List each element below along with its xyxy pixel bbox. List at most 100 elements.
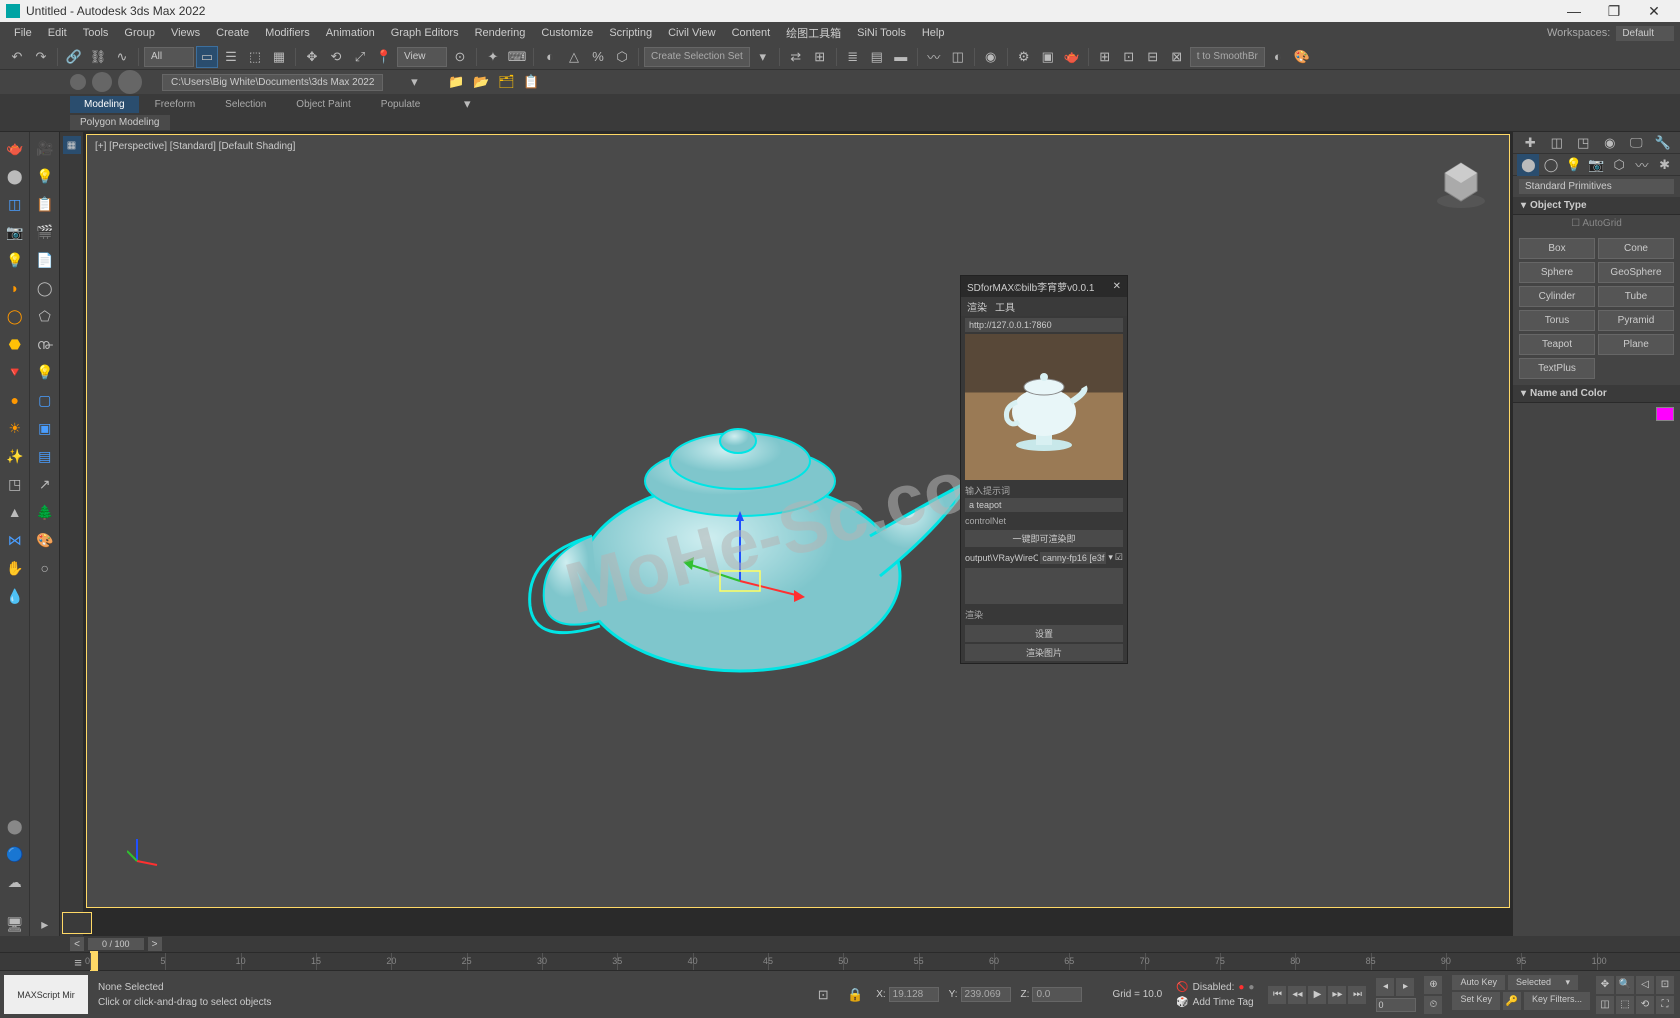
viewport-tab-active[interactable]: ▦ (63, 136, 81, 154)
sun-icon[interactable]: ☀ (3, 416, 27, 440)
nav-fov-icon[interactable]: ◁ (1636, 976, 1654, 994)
menu-graph-editors[interactable]: Graph Editors (383, 24, 467, 42)
sq-c-icon[interactable]: ▤ (33, 444, 57, 468)
tool-icon-b[interactable]: ⊡ (1118, 46, 1140, 68)
time-config-button[interactable]: ⊕ (1424, 976, 1442, 994)
pyramid-button[interactable]: Pyramid (1598, 310, 1674, 331)
nav-pan-icon[interactable]: ✥ (1596, 976, 1614, 994)
gray-dot-icon[interactable]: ● (1248, 982, 1254, 993)
color-cube-icon[interactable]: 🎨 (33, 528, 57, 552)
modify-panel-icon[interactable]: ◫ (1546, 132, 1568, 154)
sd-url-field[interactable]: http://127.0.0.1:7860 (965, 318, 1123, 332)
path-dropdown[interactable]: ▾ (403, 71, 425, 93)
red-dot-icon[interactable]: ● (1238, 982, 1244, 993)
spinner-snap-button[interactable]: ⬡ (611, 46, 633, 68)
keyfilters-button[interactable]: Key Filters... (1524, 992, 1590, 1010)
selection-filter-dropdown[interactable]: All (144, 47, 194, 67)
tree-icon[interactable]: 🌲 (33, 500, 57, 524)
add-time-tag[interactable]: Add Time Tag (1193, 997, 1254, 1008)
next-key-button[interactable]: ▸ (1396, 978, 1414, 996)
menu-customize[interactable]: Customize (533, 24, 601, 42)
list-icon[interactable]: 📋 (33, 192, 57, 216)
sparkle-icon[interactable]: ✨ (3, 444, 27, 468)
time-settings-button[interactable]: ⏲ (1424, 996, 1442, 1014)
ribbon-tab-freeform[interactable]: Freeform (141, 96, 210, 113)
mirror-button[interactable]: ⇄ (785, 46, 807, 68)
tool-icon-d[interactable]: ⊠ (1166, 46, 1188, 68)
menu-modifiers[interactable]: Modifiers (257, 24, 318, 42)
cylinder-icon[interactable]: ● (3, 388, 27, 412)
autokey-button[interactable]: Auto Key (1452, 975, 1505, 990)
menu-file[interactable]: File (6, 24, 40, 42)
goto-end-button[interactable]: ⏭ (1348, 986, 1366, 1004)
screen-icon[interactable]: 🖥 (3, 912, 27, 936)
redo-button[interactable]: ↷ (30, 46, 52, 68)
circle-outline-icon[interactable]: ○ (33, 556, 57, 580)
plane-button[interactable]: Plane (1598, 334, 1674, 355)
perspective-viewport[interactable]: [+] [Perspective] [Standard] [Default Sh… (86, 134, 1510, 908)
workspace-dropdown[interactable]: Default (1616, 26, 1674, 41)
select-rect-button[interactable]: ⬚ (244, 46, 266, 68)
ribbon-tab-selection[interactable]: Selection (211, 96, 280, 113)
selection-set-dropdown[interactable]: ▾ (752, 46, 774, 68)
create-panel-icon[interactable]: ✚ (1519, 132, 1541, 154)
bind-button[interactable]: ∿ (111, 46, 133, 68)
gray-sphere-icon[interactable]: ⬤ (3, 814, 27, 838)
knot-icon[interactable]: ൹ (33, 332, 57, 356)
isolate-icon[interactable]: ⊡ (812, 984, 834, 1006)
time-slider-handle[interactable]: 0 / 100 (88, 938, 144, 950)
maximize-button[interactable]: ❐ (1594, 0, 1634, 22)
snap-button[interactable]: ◐ (539, 46, 561, 68)
move-button[interactable]: ✥ (301, 46, 323, 68)
viewport-label[interactable]: [+] [Perspective] [Standard] [Default Sh… (95, 141, 295, 152)
tool-icon-c[interactable]: ⊟ (1142, 46, 1164, 68)
x-coord-input[interactable] (889, 987, 939, 1002)
sphere-button[interactable]: Sphere (1519, 262, 1595, 283)
menu-rendering[interactable]: Rendering (467, 24, 534, 42)
object-type-rollout[interactable]: ▾Object Type (1513, 197, 1680, 215)
next-frame-button[interactable]: ▸▸ (1328, 986, 1346, 1004)
systems-category-icon[interactable]: ✱ (1654, 154, 1676, 176)
material-editor-button[interactable]: ◉ (980, 46, 1002, 68)
y-coord-input[interactable] (961, 987, 1011, 1002)
sd-prompt-input[interactable]: a teapot (965, 498, 1123, 512)
sphere-icon-small[interactable] (70, 74, 86, 90)
layers-button[interactable]: ≣ (842, 46, 864, 68)
helpers-category-icon[interactable]: ⬡ (1608, 154, 1630, 176)
torus-icon[interactable]: ◯ (3, 304, 27, 328)
unlink-button[interactable]: ⛓ (87, 46, 109, 68)
percent-snap-button[interactable]: % (587, 46, 609, 68)
menu-content[interactable]: Content (724, 24, 779, 42)
scale-button[interactable]: ⤢ (349, 46, 371, 68)
ring-icon[interactable]: ◯ (33, 276, 57, 300)
render-button[interactable]: 🫖 (1061, 46, 1083, 68)
manipulate-button[interactable]: ✦ (482, 46, 504, 68)
camera-icon[interactable]: 📷 (3, 220, 27, 244)
sd-dropdown-arrow-icon[interactable]: ▾ (1108, 552, 1113, 563)
tube-button[interactable]: Tube (1598, 286, 1674, 307)
teapot-object[interactable] (510, 386, 990, 686)
trackbar-toggle-icon[interactable]: ≡ (70, 954, 86, 970)
primitives-dropdown[interactable]: Standard Primitives (1519, 179, 1674, 194)
folder-icon-a[interactable]: 📁 (445, 71, 467, 93)
motion-panel-icon[interactable]: ◉ (1599, 132, 1621, 154)
star-icon[interactable]: 🔻 (3, 360, 27, 384)
teapot-button[interactable]: Teapot (1519, 334, 1595, 355)
torus-button[interactable]: Torus (1519, 310, 1595, 331)
render-frame-button[interactable]: ▣ (1037, 46, 1059, 68)
window-crossing-button[interactable]: ▦ (268, 46, 290, 68)
menu-drawing-tools[interactable]: 绘图工具箱 (778, 22, 849, 44)
folder-icon-c[interactable]: 🗂 (495, 71, 517, 93)
expand-icon[interactable]: ▸ (33, 912, 57, 936)
box-button[interactable]: Box (1519, 238, 1595, 259)
sd-output-list[interactable] (965, 568, 1123, 604)
menu-create[interactable]: Create (208, 24, 257, 42)
layer-explorer-button[interactable]: ▤ (866, 46, 888, 68)
sphere-icon-medium[interactable] (92, 72, 112, 92)
slider-next-button[interactable]: > (148, 937, 162, 951)
clip-light-icon[interactable]: 💡 (33, 360, 57, 384)
autogrid-checkbox[interactable]: ☐ AutoGrid (1513, 215, 1680, 232)
sd-panel-close-icon[interactable]: ✕ (1113, 281, 1121, 292)
menu-animation[interactable]: Animation (318, 24, 383, 42)
drop-icon[interactable]: 💧 (3, 584, 27, 608)
